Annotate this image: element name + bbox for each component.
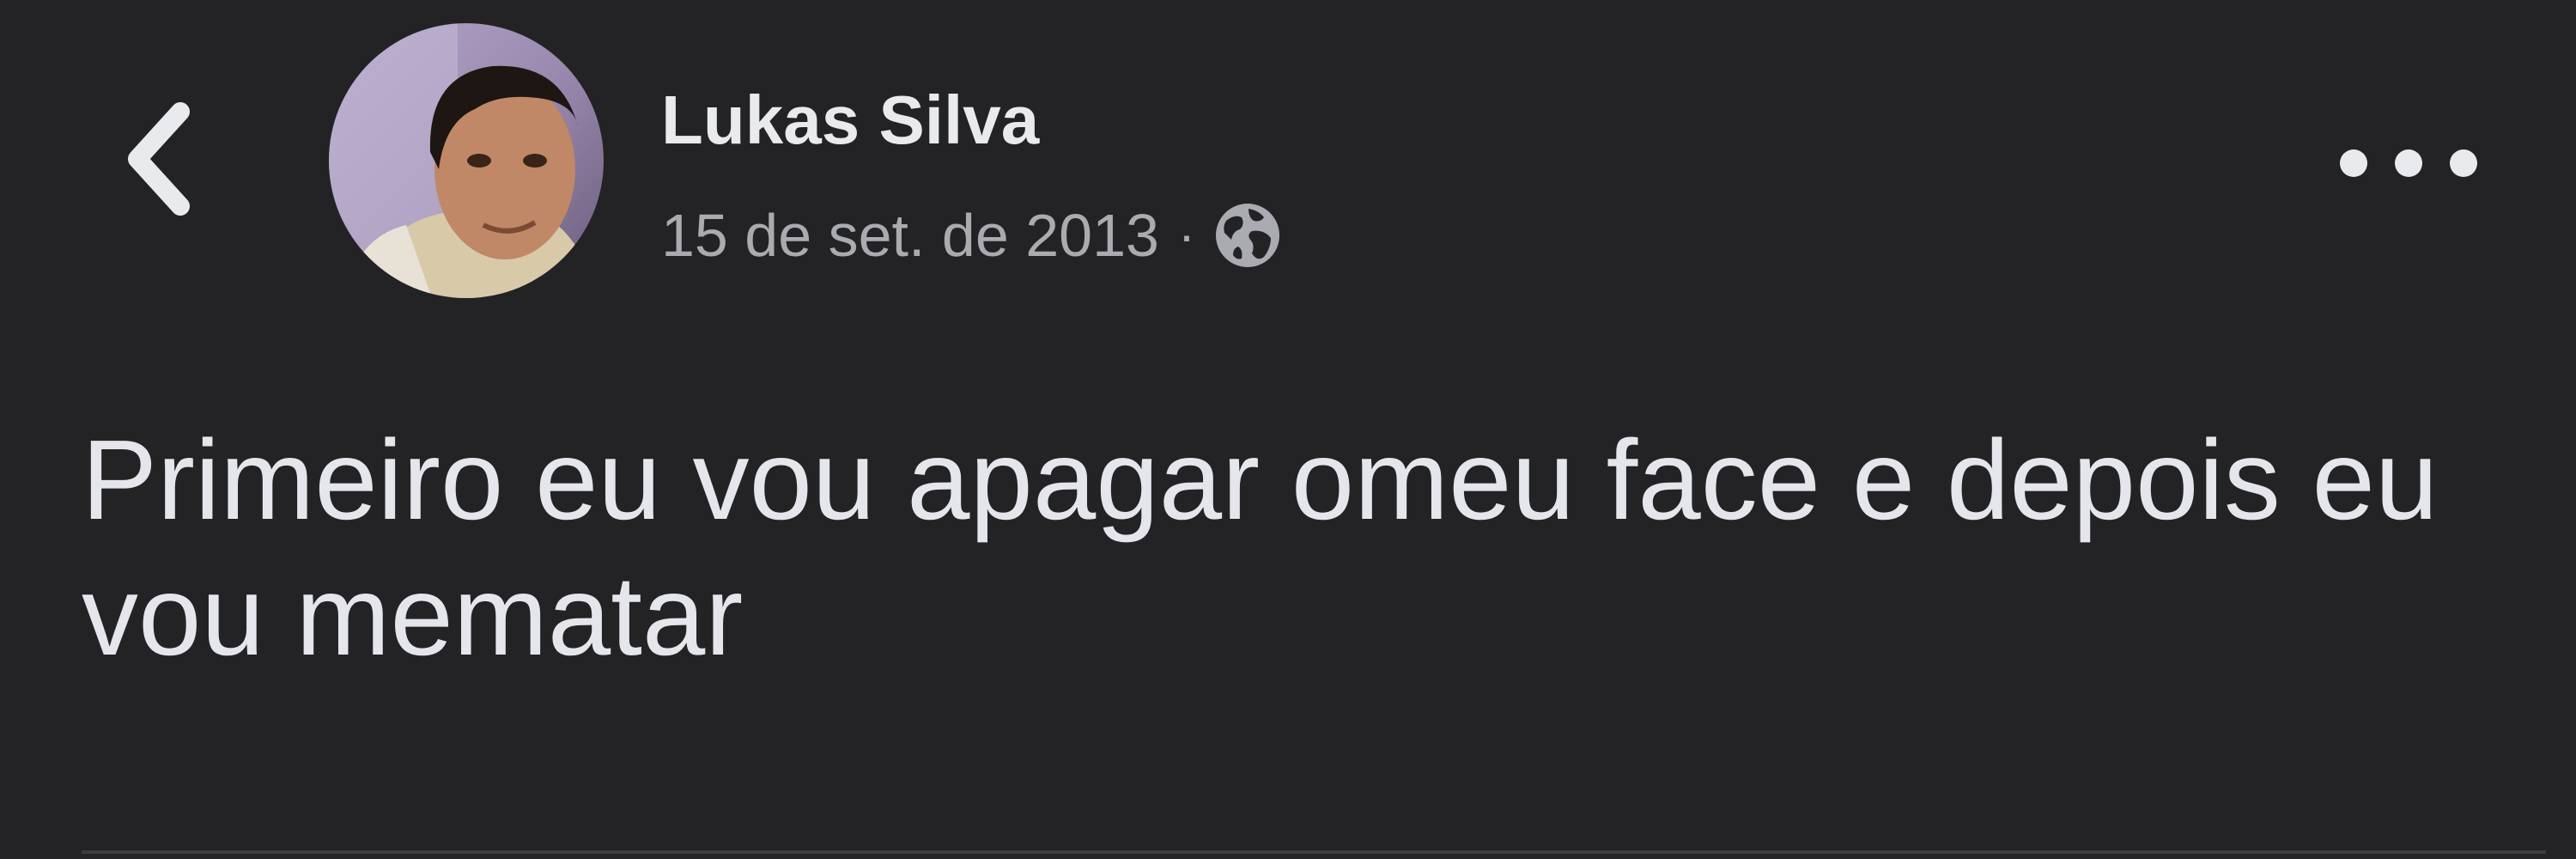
more-horizontal-icon [2340,149,2367,177]
back-button[interactable] [112,94,206,223]
meta-separator: · [1177,206,1195,264]
post-meta: 15 de set. de 2013 · [661,202,1281,269]
divider [82,850,2546,854]
globe-icon [1214,202,1281,269]
chevron-left-icon [120,99,197,219]
more-icon-dot [2450,149,2477,177]
author-name[interactable]: Lukas Silva [661,86,1039,155]
avatar[interactable] [329,23,604,298]
post-container: Lukas Silva 15 de set. de 2013 · Primeir… [0,0,2576,859]
post-date[interactable]: 15 de set. de 2013 [661,205,1159,265]
post-text: Primeiro eu vou apagar omeu face e depoi… [82,417,2439,679]
more-options-button[interactable] [2340,129,2477,198]
more-icon-dot [2395,149,2422,177]
